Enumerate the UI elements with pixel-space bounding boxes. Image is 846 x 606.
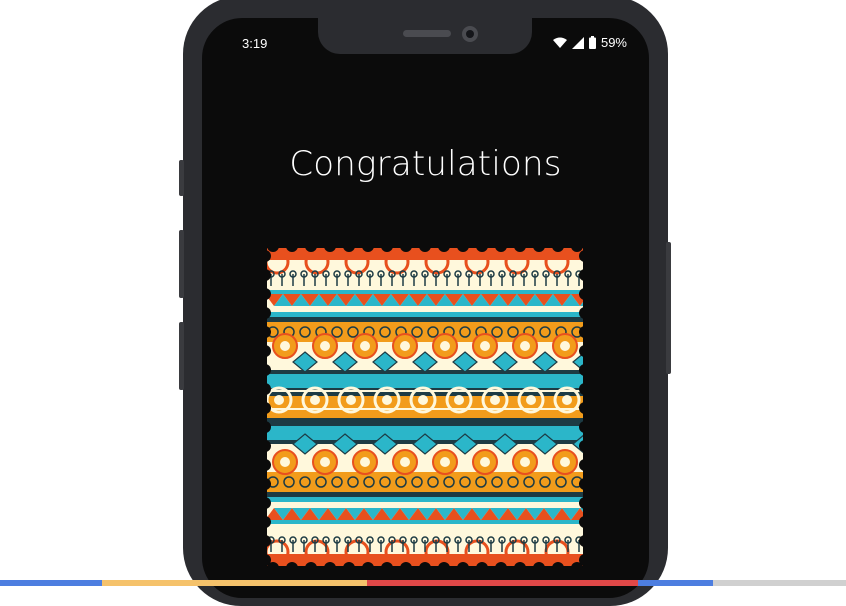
- wifi-icon: [552, 37, 567, 48]
- battery-percent: 59%: [600, 35, 627, 50]
- earpiece-speaker: [403, 30, 451, 37]
- bar-segment-blue-2: [638, 580, 713, 586]
- bar-segment-yellow: [102, 580, 367, 586]
- cellular-signal-icon: [571, 36, 584, 49]
- status-icons: 59%: [552, 35, 627, 50]
- volume-down-button[interactable]: [179, 322, 184, 390]
- front-camera-icon: [462, 26, 478, 42]
- bar-segment-red: [367, 580, 638, 586]
- bar-segment-gray: [713, 580, 846, 586]
- bar-segment-blue: [0, 580, 102, 586]
- notch: [318, 18, 532, 54]
- status-time: 3:19: [242, 36, 268, 51]
- side-button[interactable]: [666, 242, 671, 374]
- congratulations-title: Congratulations: [289, 144, 562, 184]
- tribal-pattern-stamp: [265, 246, 585, 568]
- bottom-color-bar: [0, 580, 846, 586]
- volume-up-button[interactable]: [179, 230, 184, 298]
- phone-screen: 3:19 59% Congratulations: [202, 18, 649, 598]
- battery-icon: [588, 36, 596, 49]
- power-button[interactable]: [179, 160, 184, 196]
